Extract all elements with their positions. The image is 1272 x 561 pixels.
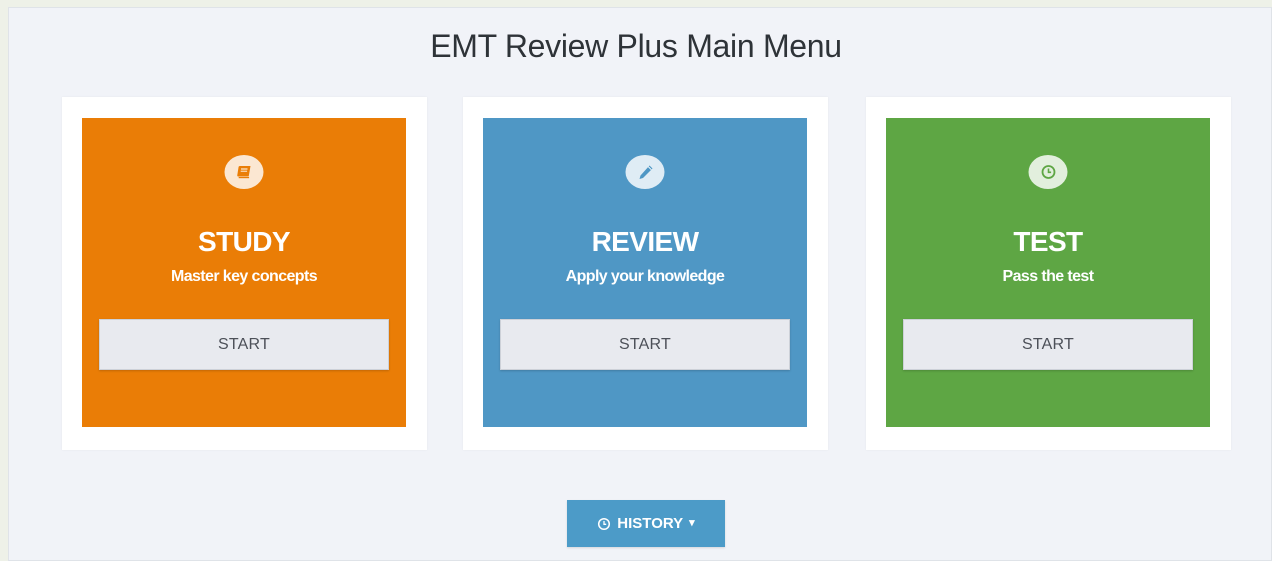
clock-icon [1028, 155, 1068, 189]
test-card: TEST Pass the test START [866, 97, 1231, 450]
study-heading: STUDY [198, 226, 291, 257]
history-dropdown-button[interactable]: HISTORY ▾ [567, 500, 725, 547]
test-subtitle: Pass the test [1002, 268, 1095, 285]
review-card: REVIEW Apply your knowledge START [463, 97, 828, 450]
page-title: EMT Review Plus Main Menu [430, 28, 842, 64]
test-card-panel: TEST Pass the test START [886, 118, 1210, 427]
history-label: HISTORY [617, 515, 684, 532]
pencil-icon [625, 155, 665, 189]
review-subtitle: Apply your knowledge [565, 268, 725, 285]
study-subtitle: Master key concepts [170, 268, 318, 285]
review-heading: REVIEW [591, 226, 699, 257]
review-start-button[interactable]: START [500, 319, 790, 370]
review-card-panel: REVIEW Apply your knowledge START [483, 118, 807, 427]
book-icon [224, 155, 264, 189]
test-start-button[interactable]: START [903, 319, 1193, 370]
test-heading: TEST [1013, 226, 1083, 257]
caret-down-icon: ▾ [689, 517, 695, 529]
clock-icon [597, 517, 611, 531]
study-card-panel: STUDY Master key concepts START [82, 118, 406, 427]
study-card: STUDY Master key concepts START [62, 97, 427, 450]
study-start-button[interactable]: START [99, 319, 389, 370]
